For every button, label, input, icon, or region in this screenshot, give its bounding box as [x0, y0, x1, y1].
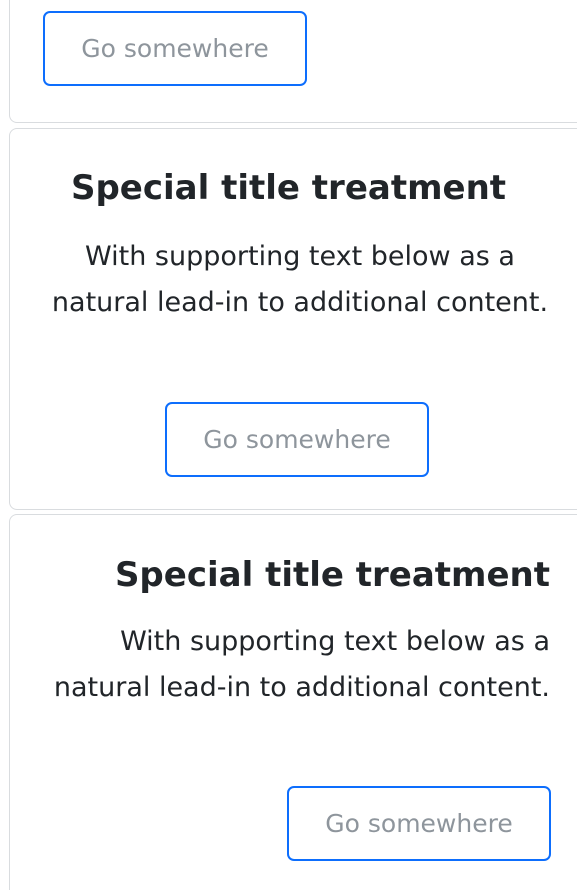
card-title-center: Special title treatment: [70, 168, 507, 208]
go-somewhere-button-right[interactable]: Go somewhere: [287, 786, 551, 861]
card-text-center: With supporting text below as a natural …: [51, 241, 549, 318]
card-text-right: With supporting text below as a natural …: [53, 626, 550, 703]
card-title-right: Special title treatment: [114, 555, 550, 595]
go-somewhere-button-center[interactable]: Go somewhere: [165, 402, 429, 477]
card-alignment-demo: Go somewhere Special title treatment Wit…: [0, 0, 577, 890]
go-somewhere-button-left[interactable]: Go somewhere: [43, 11, 307, 86]
